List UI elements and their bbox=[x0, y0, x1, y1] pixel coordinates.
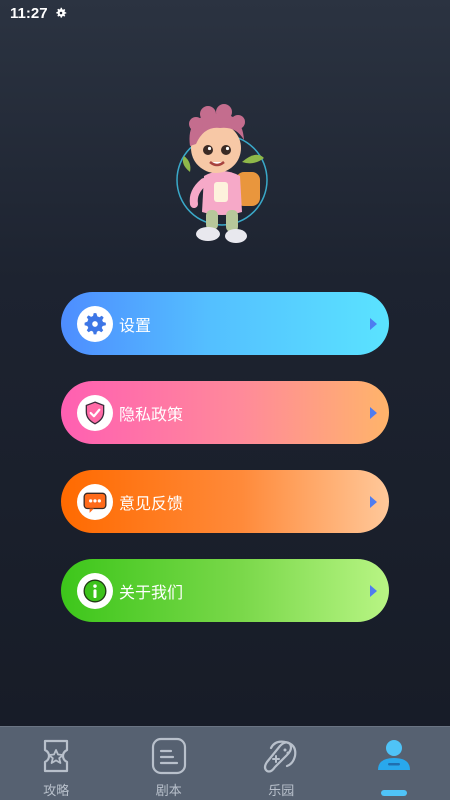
tab-guide-label: 攻略 bbox=[43, 784, 70, 799]
chevron-right-icon bbox=[370, 407, 377, 419]
privacy-policy-button[interactable]: 隐私政策 bbox=[61, 381, 389, 444]
gamepad-icon bbox=[264, 740, 297, 773]
status-time: 11:27 bbox=[10, 4, 48, 22]
tab-guide[interactable]: 攻略 bbox=[0, 727, 113, 800]
user-icon bbox=[377, 740, 410, 770]
chevron-right-icon bbox=[370, 318, 377, 330]
about-icon-circle bbox=[77, 572, 113, 609]
menu-list: 设置 隐私政策 意见反馈 关于我们 bbox=[61, 292, 389, 648]
chevron-right-icon bbox=[370, 585, 377, 597]
tab-profile[interactable] bbox=[338, 727, 450, 800]
bottom-tab-bar: 攻略 剧本 乐园 bbox=[0, 726, 450, 800]
tab-park[interactable]: 乐园 bbox=[225, 727, 338, 800]
feedback-label: 意见反馈 bbox=[119, 493, 184, 513]
gear-icon bbox=[84, 312, 106, 334]
status-bar: 11:27 bbox=[0, 0, 450, 26]
info-icon bbox=[83, 579, 107, 602]
tab-park-label: 乐园 bbox=[268, 784, 295, 799]
about-label: 关于我们 bbox=[119, 582, 184, 602]
feedback-button[interactable]: 意见反馈 bbox=[61, 470, 389, 533]
settings-button[interactable]: 设置 bbox=[61, 292, 389, 355]
about-us-button[interactable]: 关于我们 bbox=[61, 559, 389, 622]
tab-script[interactable]: 剧本 bbox=[113, 727, 226, 800]
chevron-right-icon bbox=[370, 496, 377, 508]
active-tab-indicator bbox=[380, 790, 407, 796]
tab-script-label: 剧本 bbox=[155, 784, 182, 799]
document-lines-icon bbox=[151, 737, 186, 775]
shield-check-icon bbox=[85, 400, 105, 425]
ticket-star-icon bbox=[44, 739, 69, 773]
settings-label: 设置 bbox=[119, 315, 152, 335]
settings-icon-circle bbox=[77, 305, 113, 342]
privacy-icon-circle bbox=[77, 394, 113, 431]
message-dots-icon bbox=[83, 492, 107, 513]
gear-icon bbox=[55, 7, 66, 18]
privacy-label: 隐私政策 bbox=[119, 404, 184, 424]
cartoon-kid-avatar bbox=[170, 100, 280, 250]
feedback-icon-circle bbox=[77, 483, 113, 520]
